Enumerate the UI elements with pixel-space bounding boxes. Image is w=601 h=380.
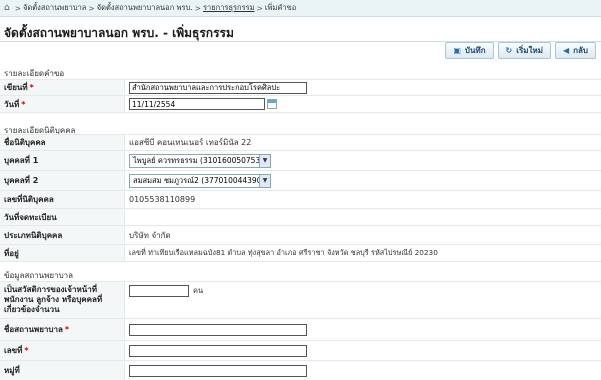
form-row-person2: บุคคลที่ 2 สมสมสม ชมภูวรณ์2 (37701004439…	[0, 171, 601, 191]
form-row-reg-date: วันที่จดทะเบียน	[0, 209, 601, 226]
person1-label: บุคคลที่ 1	[0, 151, 125, 170]
facility-name-input[interactable]	[129, 323, 307, 336]
save-button[interactable]: ▣ บันทึก	[445, 42, 494, 59]
welfare-count-input[interactable]	[129, 285, 189, 297]
form-row-reg-no: เลขที่นิติบุคคล 0105538110899	[0, 191, 601, 209]
home-icon[interactable]: ⌂	[4, 3, 10, 13]
reg-date-label: วันที่จดทะเบียน	[0, 209, 125, 225]
required-mark: *	[64, 325, 70, 334]
person2-label: บุคคลที่ 2	[0, 171, 125, 190]
number-label: เลขที่ *	[0, 341, 125, 360]
moo-label: หมู่ที่	[0, 361, 125, 380]
calendar-icon[interactable]	[267, 99, 277, 109]
back-button[interactable]: ◀ กลับ	[555, 42, 596, 59]
form-row-date: วันที่ *	[0, 96, 601, 113]
form-row-address: ที่อยู่ เลขที่ ท่าเทียบเรือแหลมฉบัง81 ตำ…	[0, 245, 601, 262]
welfare-label: เป็นสวัสดิการของเจ้าหน้าที่ พนักงาน ลูกจ…	[0, 282, 125, 318]
reg-no-value: 0105538110899	[129, 195, 196, 204]
person1-selected-value: ไพบูลย์ ควรทรธรรม (3101600507534)	[133, 155, 268, 165]
toolbar: ▣ บันทึก ↻ เริ่มใหม่ ◀ กลับ	[445, 42, 596, 59]
entity-type-value: บริษัท จำกัด	[129, 230, 171, 240]
form-row-moo: หมู่ที่	[0, 361, 601, 380]
address-label: ที่อยู่	[0, 245, 125, 261]
form-row-entity-name: ชื่อนิติบุคคล แอสซีบี คอนเทนเนอร์ เทอร์ม…	[0, 134, 601, 151]
breadcrumb-separator: >	[14, 3, 22, 13]
back-button-label: กลับ	[573, 46, 588, 55]
person2-select[interactable]: สมสมสม ชมภูวรณ์2 (3770100443905) ▼	[129, 173, 271, 188]
chevron-down-icon: ▼	[259, 154, 270, 167]
entity-name-label: ชื่อนิติบุคคล	[0, 135, 125, 150]
date-input[interactable]	[129, 98, 265, 110]
date-label-text: วันที่	[4, 99, 20, 109]
facility-name-label-text: ชื่อสถานพยาบาล	[4, 325, 63, 334]
number-input[interactable]	[129, 344, 307, 357]
date-label: วันที่ *	[0, 96, 125, 112]
breadcrumb-separator: >	[256, 3, 263, 13]
reg-date-value	[125, 209, 601, 225]
form-row-welfare: เป็นสวัสดิการของเจ้าหน้าที่ พนักงาน ลูกจ…	[0, 281, 601, 319]
person2-selected-value: สมสมสม ชมภูวรณ์2 (3770100443905)	[133, 175, 270, 185]
breadcrumb-item-outside-act[interactable]: จัดตั้งสถานพยาบาลนอก พรบ.	[97, 2, 193, 14]
reset-button[interactable]: ↻ เริ่มใหม่	[497, 42, 552, 59]
address-value: เลขที่ ท่าเทียบเรือแหลมฉบัง81 ตำบล ทุ่งส…	[129, 247, 438, 257]
form-row-entity-type: ประเภทนิติบุคคล บริษัท จำกัด	[0, 226, 601, 245]
form-row-person1: บุคคลที่ 1 ไพบูลย์ ควรทรธรรม (3101600507…	[0, 151, 601, 171]
breadcrumb-item-transactions[interactable]: รายการธุรกรรม	[203, 2, 255, 14]
back-icon: ◀	[563, 46, 570, 55]
breadcrumb-item-add-request: เพิ่มคำขอ	[264, 3, 297, 12]
written-at-label-text: เขียนที่	[4, 83, 28, 92]
reset-icon: ↻	[505, 46, 513, 55]
entity-name-value: แอสซีบี คอนเทนเนอร์ เทอร์มินัล 22	[129, 138, 252, 147]
form-row-facility-name: ชื่อสถานพยาบาล *	[0, 319, 601, 341]
entity-type-label: ประเภทนิติบุคคล	[0, 226, 125, 244]
chevron-down-icon: ▼	[259, 174, 270, 187]
facility-name-label: ชื่อสถานพยาบาล *	[0, 319, 125, 340]
reset-button-label: เริ่มใหม่	[516, 46, 544, 55]
person1-select[interactable]: ไพบูลย์ ควรทรธรรม (3101600507534) ▼	[129, 153, 271, 168]
required-mark: *	[29, 83, 34, 92]
save-button-label: บันทึก	[464, 46, 486, 55]
breadcrumb-item-facility[interactable]: จัดตั้งสถานพยาบาล	[23, 2, 86, 14]
form-row-number: เลขที่ *	[0, 341, 601, 361]
moo-input[interactable]	[129, 364, 307, 377]
reg-no-label: เลขที่นิติบุคคล	[0, 191, 125, 208]
breadcrumb-separator: >	[88, 3, 95, 13]
number-label-text: เลขที่	[4, 346, 23, 355]
welfare-unit: คน	[193, 286, 204, 295]
written-at-label: เขียนที่ *	[0, 80, 125, 95]
required-mark: *	[24, 346, 29, 355]
breadcrumb-separator: >	[194, 3, 202, 13]
written-at-input[interactable]	[129, 81, 307, 94]
save-icon: ▣	[453, 46, 461, 55]
breadcrumb: ⌂ > จัดตั้งสถานพยาบาล > จัดตั้งสถานพยาบา…	[0, 0, 601, 17]
form-row-written-at: เขียนที่ *	[0, 79, 601, 96]
required-mark: *	[21, 99, 26, 109]
